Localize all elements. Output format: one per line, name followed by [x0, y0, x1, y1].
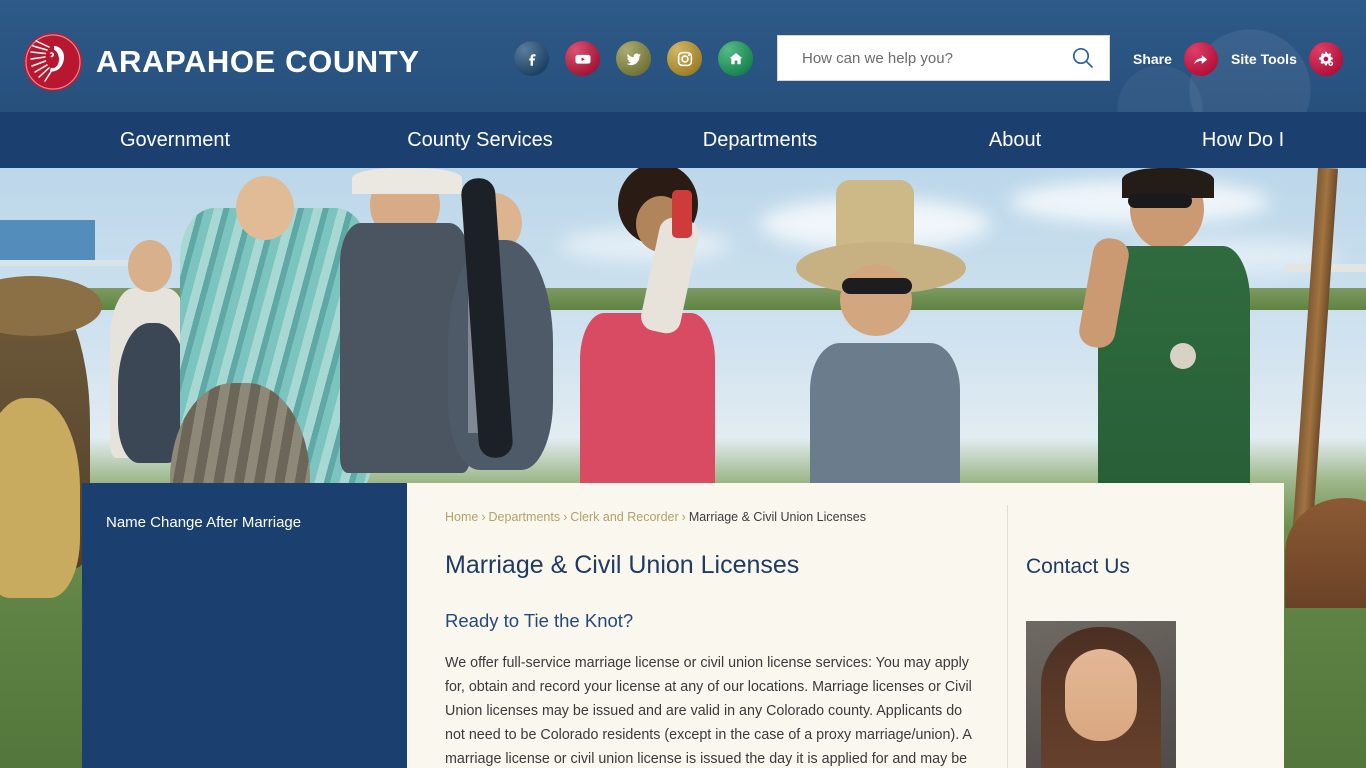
section-paragraph: We offer full-service marriage license o… [445, 655, 972, 767]
page-content: Name Change After Marriage Home › Departme… [0, 483, 1366, 768]
page-title: Marriage & Civil Union Licenses [445, 551, 800, 579]
breadcrumb-departments[interactable]: Departments [489, 510, 561, 524]
site-tools-button[interactable]: Site Tools [1231, 42, 1343, 76]
left-sidebar: Name Change After Marriage [82, 483, 407, 768]
main-navigation: Government County Services Departments A… [0, 112, 1366, 168]
arapahoe-chief-seal-icon [24, 33, 82, 91]
search-bar[interactable] [777, 35, 1110, 81]
breadcrumb-separator: › [681, 510, 686, 524]
breadcrumb-home[interactable]: Home [445, 510, 478, 524]
breadcrumb-separator: › [563, 510, 568, 524]
nav-item-county-services[interactable]: County Services [350, 129, 610, 152]
main-panel: Home › Departments › Clerk and Recorder › Marr… [407, 483, 1284, 768]
nav-item-how-do-i[interactable]: How Do I [1120, 129, 1366, 152]
breadcrumb-current: Marriage & Civil Union Licenses [688, 510, 866, 524]
youtube-icon[interactable] [565, 41, 600, 76]
nav-item-about[interactable]: About [910, 129, 1120, 152]
nextdoor-house-icon[interactable] [718, 41, 753, 76]
avatar [1026, 621, 1176, 768]
banner-photo: Name Change After Marriage Home › Departme… [0, 168, 1366, 768]
facebook-icon[interactable] [514, 41, 549, 76]
site-tools-label: Site Tools [1231, 51, 1297, 67]
share-label: Share [1133, 51, 1172, 67]
twitter-icon[interactable] [616, 41, 651, 76]
breadcrumb-clerk-and-recorder[interactable]: Clerk and Recorder [570, 510, 678, 524]
share-button[interactable]: Share [1133, 42, 1218, 76]
main-column: Home › Departments › Clerk and Recorder › Marr… [407, 483, 1007, 768]
search-input[interactable] [778, 36, 1057, 80]
section-heading-ready-to-tie-the-knot: Ready to Tie the Knot? [445, 610, 634, 631]
nav-item-departments[interactable]: Departments [610, 129, 910, 152]
breadcrumb-separator: › [481, 510, 486, 524]
site-header: ARAPAHOE COUNTY How can we help you? Sha… [0, 0, 1366, 112]
site-title: ARAPAHOE COUNTY [96, 44, 420, 79]
instagram-icon[interactable] [667, 41, 702, 76]
share-arrow-icon [1183, 42, 1218, 76]
site-logo[interactable]: ARAPAHOE COUNTY [24, 33, 420, 91]
search-button[interactable] [1057, 36, 1109, 80]
sidebar-item-name-change-after-marriage[interactable]: Name Change After Marriage [82, 483, 407, 533]
social-links [514, 41, 753, 76]
breadcrumb: Home › Departments › Clerk and Recorder › Marr… [445, 510, 977, 524]
contact-us-heading: Contact Us [1026, 555, 1130, 578]
gear-icon [1308, 42, 1343, 76]
nav-item-government[interactable]: Government [0, 129, 350, 152]
contact-sidebar: Contact Us Joan Lopez Clerk and Recorder… [1007, 505, 1284, 768]
